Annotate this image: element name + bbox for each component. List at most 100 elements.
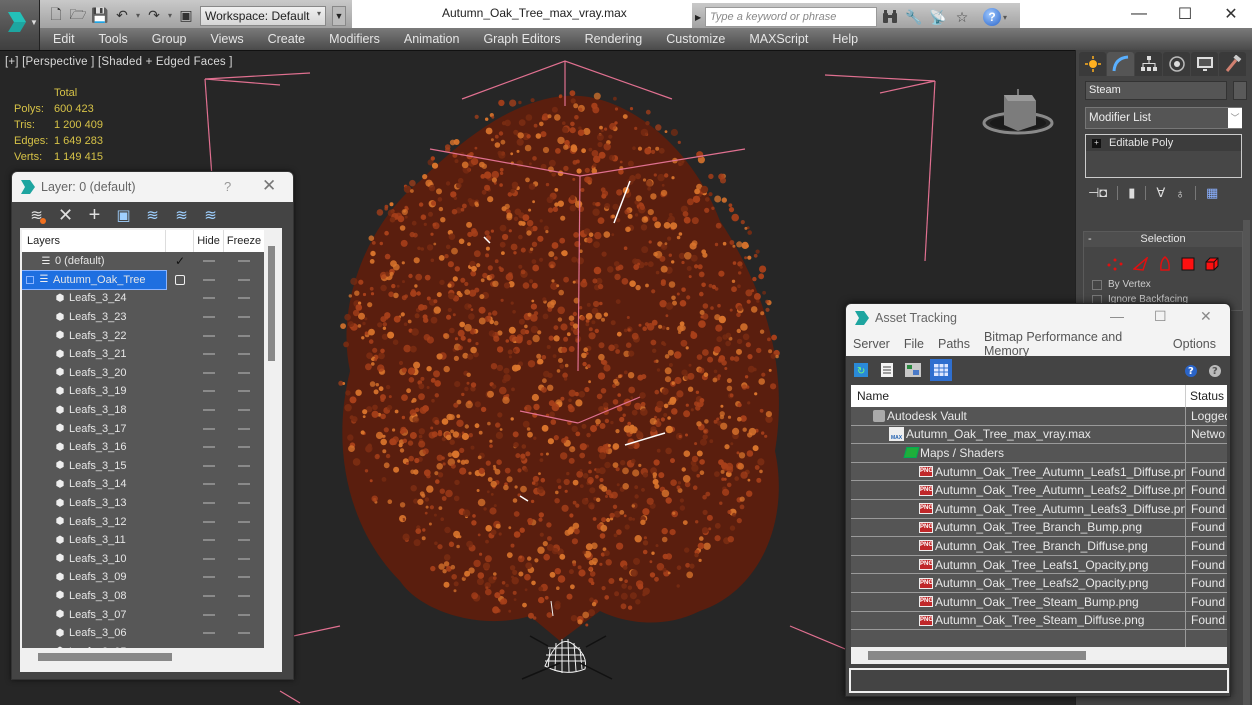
layer-row[interactable]: ⬢ Leafs_3_18	[22, 401, 264, 420]
hide-toggle[interactable]	[194, 464, 224, 467]
menu-views[interactable]: Views	[210, 32, 243, 46]
hide-toggle[interactable]	[194, 483, 224, 486]
layer-row[interactable]: ⬢ Leafs_3_13	[22, 494, 264, 513]
satellite-icon[interactable]: 📡	[927, 6, 949, 28]
menu-server[interactable]: Server	[853, 337, 890, 351]
menu-graph-editors[interactable]: Graph Editors	[483, 32, 560, 46]
freeze-toggle[interactable]	[224, 297, 264, 300]
menu-customize[interactable]: Customize	[666, 32, 725, 46]
freeze-toggle[interactable]	[224, 557, 264, 560]
freeze-toggle[interactable]	[224, 371, 264, 374]
hide-toggle[interactable]	[194, 278, 224, 281]
asset-row[interactable]: PNG Autumn_Oak_Tree_Leafs1_Opacity.png Fou…	[851, 555, 1227, 575]
hide-toggle[interactable]	[194, 427, 224, 430]
layer-name-cell[interactable]: ⬢ Leafs_3_17	[22, 419, 166, 438]
layer-row[interactable]: ⬢ Leafs_3_06	[22, 624, 264, 643]
select-objects-icon[interactable]: ▣	[113, 205, 134, 225]
keyword-search-input[interactable]	[705, 7, 877, 27]
current-layer-toggle[interactable]: ✓	[166, 254, 194, 268]
application-menu-button[interactable]: ▼	[0, 0, 40, 50]
list-view-icon[interactable]	[878, 361, 896, 379]
column-freeze[interactable]: Freeze	[224, 230, 264, 252]
layer-name-cell[interactable]: ⬢ Leafs_3_10	[22, 550, 166, 569]
layer-row[interactable]: ⬢ Leafs_3_10	[22, 550, 264, 569]
layer-row[interactable]: ⬢Leafs_3_05	[22, 642, 264, 648]
menu-paths[interactable]: Paths	[938, 337, 970, 351]
layer-name-cell[interactable]: ☰ 0 (default)	[22, 252, 166, 271]
layer-name-cell[interactable]: ⬢ Leafs_3_11	[22, 531, 166, 550]
customize-toolbar-button[interactable]: ▼	[332, 5, 346, 26]
hide-toggle[interactable]	[194, 297, 224, 300]
redo-icon[interactable]: ↷	[144, 6, 164, 26]
freeze-all-icon[interactable]: ≋	[200, 205, 221, 225]
expand-icon[interactable]: +	[1092, 138, 1101, 148]
layer-row[interactable]: ☰ 0 (default) ✓	[22, 252, 264, 271]
add-to-layer-icon[interactable]: +	[84, 204, 105, 226]
close-button[interactable]: ✕	[1208, 0, 1252, 28]
asset-row[interactable]: PNG Autumn_Oak_Tree_Autumn_Leafs1_Diffuse…	[851, 462, 1227, 482]
delete-layer-icon[interactable]: ✕	[55, 205, 76, 225]
hide-toggle[interactable]	[194, 334, 224, 337]
asset-horizontal-scrollbar[interactable]	[851, 647, 1227, 664]
scrollbar-thumb[interactable]	[38, 653, 172, 661]
asset-row[interactable]: PNG Autumn_Oak_Tree_Autumn_Leafs3_Diffuse…	[851, 499, 1227, 519]
scrollbar-thumb[interactable]	[268, 246, 275, 361]
menu-options[interactable]: Options	[1173, 337, 1216, 351]
utilities-tab-icon[interactable]	[1219, 52, 1246, 76]
layer-name-cell[interactable]: ⬢ Leafs_3_24	[22, 289, 166, 308]
asset-path-field[interactable]	[849, 668, 1229, 693]
menu-bitmap-performance[interactable]: Bitmap Performance and Memory	[984, 330, 1159, 358]
binoculars-icon[interactable]	[879, 6, 901, 28]
collapse-icon[interactable]: -	[1088, 232, 1092, 247]
asset-row[interactable]: PNG Autumn_Oak_Tree_Branch_Diffuse.png Fou…	[851, 537, 1227, 556]
asset-row[interactable]: PNG Autumn_Oak_Tree_Steam_Bump.png Found	[851, 592, 1227, 612]
layer-row[interactable]: ⬢ Leafs_3_19	[22, 382, 264, 401]
star-icon[interactable]: ☆	[951, 6, 973, 28]
undo-dropdown-icon[interactable]: ▾	[134, 11, 142, 20]
modify-tab-icon[interactable]	[1107, 52, 1134, 76]
stack-item-editable-poly[interactable]: + Editable Poly	[1086, 135, 1241, 151]
make-unique-icon[interactable]: ∀	[1156, 185, 1165, 201]
freeze-toggle[interactable]	[224, 278, 264, 281]
hide-toggle[interactable]	[194, 576, 224, 579]
border-icon[interactable]	[1159, 256, 1171, 272]
help-button[interactable]: ?	[224, 179, 231, 194]
hide-toggle[interactable]	[194, 502, 224, 505]
minimize-button[interactable]: —	[1116, 0, 1162, 28]
menu-file[interactable]: File	[904, 337, 924, 351]
configure-sets-icon[interactable]: ▦	[1206, 185, 1218, 201]
layer-name-cell[interactable]: ⬢ Leafs_3_07	[22, 605, 166, 624]
menu-modifiers[interactable]: Modifiers	[329, 32, 380, 46]
hide-toggle[interactable]	[194, 539, 224, 542]
menu-create[interactable]: Create	[268, 32, 306, 46]
create-tab-icon[interactable]	[1079, 52, 1106, 76]
layer-name-cell[interactable]: ⬢ Leafs_3_12	[22, 512, 166, 531]
layer-name-cell[interactable]: ⬢Leafs_3_05	[22, 642, 166, 648]
pin-stack-icon[interactable]: ⊣◘	[1088, 185, 1107, 201]
checkbox[interactable]	[1092, 279, 1102, 290]
menu-help[interactable]: Help	[832, 32, 858, 46]
freeze-toggle[interactable]	[224, 539, 264, 542]
minimize-button[interactable]: —	[1110, 308, 1124, 324]
polygon-icon[interactable]	[1181, 257, 1195, 271]
hierarchy-tab-icon[interactable]	[1135, 52, 1162, 76]
tree-view-icon[interactable]	[904, 361, 922, 379]
layer-row[interactable]: ⬢ Leafs_3_08	[22, 587, 264, 606]
wrench-icon[interactable]: 🔧	[903, 6, 925, 28]
freeze-toggle[interactable]	[224, 353, 264, 356]
layer-name-cell[interactable]: ⬢ Leafs_3_15	[22, 457, 166, 476]
project-icon[interactable]: ▣	[176, 6, 196, 26]
layer-row[interactable]: ⬢ Leafs_3_12	[22, 512, 264, 531]
hide-toggle[interactable]	[194, 409, 224, 412]
create-layer-icon[interactable]: ≋	[26, 205, 47, 225]
help-dropdown-icon[interactable]: ▾	[1001, 13, 1009, 22]
hide-toggle[interactable]	[194, 446, 224, 449]
hide-toggle[interactable]	[194, 260, 224, 263]
by-vertex-checkbox[interactable]: By Vertex	[1084, 279, 1242, 290]
layer-row[interactable]: ⬢ Leafs_3_09	[22, 568, 264, 587]
current-layer-toggle[interactable]	[166, 274, 194, 285]
object-name-field[interactable]: Steam	[1085, 81, 1227, 100]
layer-name-cell[interactable]: ⬢ Leafs_3_13	[22, 494, 166, 513]
freeze-toggle[interactable]	[224, 594, 264, 597]
open-folder-icon[interactable]: 🗁	[68, 6, 88, 26]
